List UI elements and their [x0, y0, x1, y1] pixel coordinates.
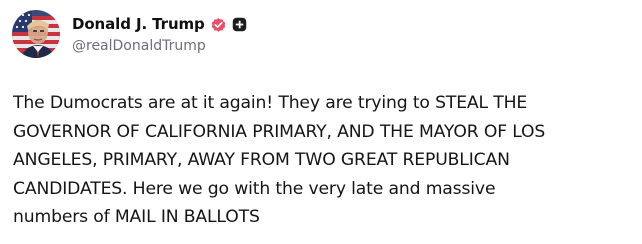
- post-text: The Dumocrats are at it again! They are …: [13, 93, 546, 228]
- author-info: Donald J. Trump @realDonaldTrump: [72, 10, 247, 54]
- plus-icon: [232, 17, 247, 32]
- avatar[interactable]: [12, 10, 60, 58]
- avatar-image: [12, 10, 60, 58]
- post-header: Donald J. Trump @realDonaldTrump: [12, 10, 247, 66]
- author-handle[interactable]: @realDonaldTrump: [72, 38, 247, 54]
- verified-badge-icon: [210, 16, 227, 33]
- author-display-name[interactable]: Donald J. Trump: [72, 15, 205, 33]
- post-card: Donald J. Trump @realDonaldTrump The Dum…: [0, 0, 642, 244]
- name-row: Donald J. Trump: [72, 12, 247, 36]
